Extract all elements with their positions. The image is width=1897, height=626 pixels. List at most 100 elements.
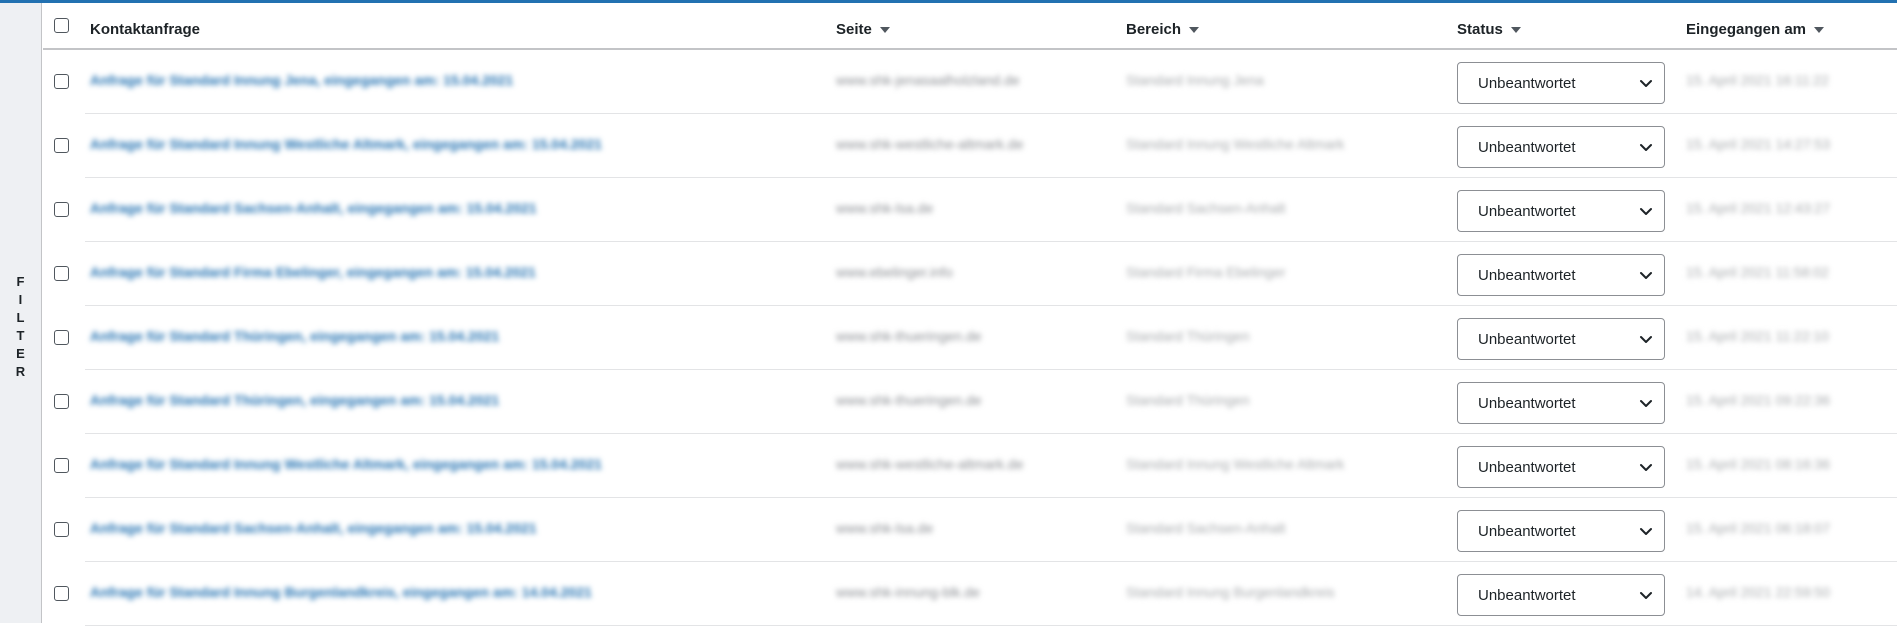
table-row: Anfrage für Standard Innung Westliche Al… (43, 434, 1897, 498)
status-select[interactable]: Unbeantwortet (1457, 446, 1665, 488)
table-row: Anfrage für Standard Firma Ebelinger, ei… (43, 242, 1897, 306)
column-header-page[interactable]: Seite (836, 21, 890, 38)
request-title-link[interactable]: Anfrage für Standard Firma Ebelinger, ei… (90, 264, 536, 280)
request-area: Standard Innung Westliche Altmark (1126, 136, 1345, 152)
chevron-down-icon (1640, 272, 1652, 279)
filter-letter: I (18, 292, 23, 307)
status-select-value: Unbeantwortet (1478, 202, 1576, 220)
status-select[interactable]: Unbeantwortet (1457, 190, 1665, 232)
request-area: Standard Thüringen (1126, 328, 1250, 344)
column-header-received-date[interactable]: Eingegangen am (1686, 21, 1825, 38)
request-area: Standard Sachsen-Anhalt (1126, 520, 1286, 536)
row-select-checkbox[interactable] (54, 458, 69, 473)
status-select-value: Unbeantwortet (1478, 522, 1576, 540)
table-row: Anfrage für Standard Innung Jena, eingeg… (43, 50, 1897, 114)
table-row: Anfrage für Standard Thüringen, eingegan… (43, 370, 1897, 434)
table-row: Anfrage für Standard Thüringen, eingegan… (43, 306, 1897, 370)
row-select-checkbox[interactable] (54, 138, 69, 153)
row-select-checkbox[interactable] (54, 522, 69, 537)
received-date: 15. April 2021 08:16:36 (1686, 456, 1831, 472)
filter-letter: F (16, 274, 25, 289)
column-header-label: Bereich (1126, 21, 1182, 38)
received-date: 15. April 2021 16:11:22 (1686, 72, 1829, 88)
request-page: www.shk-innung-blk.de (836, 584, 980, 600)
request-page: www.shk-westliche-altmark.de (836, 136, 1024, 152)
request-title-link[interactable]: Anfrage für Standard Thüringen, eingegan… (90, 328, 499, 344)
request-page: www.ebelinger.info (836, 264, 953, 280)
chevron-down-icon (1640, 144, 1652, 151)
request-area: Standard Thüringen (1126, 392, 1250, 408)
status-select-value: Unbeantwortet (1478, 394, 1576, 412)
table-row: Anfrage für Standard Sachsen-Anhalt, ein… (43, 498, 1897, 562)
request-area: Standard Innung Westliche Altmark (1126, 456, 1345, 472)
request-title-link[interactable]: Anfrage für Standard Innung Burgenlandkr… (90, 584, 592, 600)
row-select-checkbox[interactable] (54, 330, 69, 345)
status-select[interactable]: Unbeantwortet (1457, 510, 1665, 552)
caret-down-icon (879, 26, 890, 33)
received-date: 15. April 2021 11:22:10 (1686, 328, 1829, 344)
status-select[interactable]: Unbeantwortet (1457, 254, 1665, 296)
request-title-link[interactable]: Anfrage für Standard Sachsen-Anhalt, ein… (90, 520, 537, 536)
received-date: 15. April 2021 09:22:36 (1686, 392, 1831, 408)
caret-down-icon (1510, 26, 1521, 33)
request-area: Standard Sachsen-Anhalt (1126, 200, 1286, 216)
row-select-checkbox[interactable] (54, 586, 69, 601)
filter-toggle[interactable]: F I L T E R (0, 3, 42, 623)
received-date: 15. April 2021 12:43:27 (1686, 200, 1831, 216)
table-header: Kontaktanfrage Seite Bereich Status Eing… (43, 3, 1897, 50)
filter-letter: L (16, 310, 25, 325)
caret-down-icon (1189, 26, 1200, 33)
select-all-checkbox[interactable] (54, 18, 69, 33)
received-date: 15. April 2021 14:27:53 (1686, 136, 1831, 152)
request-page: www.shk-jenasaalholzland.de (836, 72, 1020, 88)
column-header-area[interactable]: Bereich (1126, 21, 1200, 38)
status-select[interactable]: Unbeantwortet (1457, 382, 1665, 424)
received-date: 14. April 2021 22:59:50 (1686, 584, 1831, 600)
row-select-checkbox[interactable] (54, 202, 69, 217)
column-header-label: Eingegangen am (1686, 21, 1807, 38)
status-select-value: Unbeantwortet (1478, 138, 1576, 156)
table-row: Anfrage für Standard Innung Westliche Al… (43, 114, 1897, 178)
filter-letter: R (15, 364, 26, 379)
row-select-checkbox[interactable] (54, 266, 69, 281)
request-page: www.shk-lsa.de (836, 520, 934, 536)
column-header-label: Status (1457, 21, 1503, 38)
status-select[interactable]: Unbeantwortet (1457, 126, 1665, 168)
row-select-checkbox[interactable] (54, 74, 69, 89)
row-select-checkbox[interactable] (54, 394, 69, 409)
request-title-link[interactable]: Anfrage für Standard Sachsen-Anhalt, ein… (90, 200, 537, 216)
chevron-down-icon (1640, 208, 1652, 215)
request-title-link[interactable]: Anfrage für Standard Innung Jena, eingeg… (90, 72, 513, 88)
status-select[interactable]: Unbeantwortet (1457, 62, 1665, 104)
status-select-value: Unbeantwortet (1478, 586, 1576, 604)
column-header-label: Seite (836, 21, 872, 38)
status-select-value: Unbeantwortet (1478, 74, 1576, 92)
request-page: www.shk-lsa.de (836, 200, 934, 216)
filter-letter: E (16, 346, 25, 361)
request-page: www.shk-thueringen.de (836, 328, 982, 344)
column-header-label: Kontaktanfrage (90, 21, 201, 38)
column-header-status[interactable]: Status (1457, 21, 1521, 38)
chevron-down-icon (1640, 80, 1652, 87)
contact-requests-table: Kontaktanfrage Seite Bereich Status Eing… (43, 3, 1897, 626)
request-title-link[interactable]: Anfrage für Standard Innung Westliche Al… (90, 136, 602, 152)
status-select[interactable]: Unbeantwortet (1457, 574, 1665, 616)
request-title-link[interactable]: Anfrage für Standard Innung Westliche Al… (90, 456, 602, 472)
request-title-link[interactable]: Anfrage für Standard Thüringen, eingegan… (90, 392, 499, 408)
table-row: Anfrage für Standard Sachsen-Anhalt, ein… (43, 178, 1897, 242)
request-page: www.shk-thueringen.de (836, 392, 982, 408)
status-select-value: Unbeantwortet (1478, 330, 1576, 348)
chevron-down-icon (1640, 400, 1652, 407)
filter-letter: T (16, 328, 25, 343)
chevron-down-icon (1640, 592, 1652, 599)
request-area: Standard Innung Burgenlandkreis (1126, 584, 1335, 600)
request-page: www.shk-westliche-altmark.de (836, 456, 1024, 472)
column-header-contact-request: Kontaktanfrage (90, 21, 200, 38)
filter-label: F I L T E R (16, 273, 25, 381)
chevron-down-icon (1640, 464, 1652, 471)
chevron-down-icon (1640, 336, 1652, 343)
received-date: 15. April 2021 11:58:02 (1686, 264, 1829, 280)
status-select[interactable]: Unbeantwortet (1457, 318, 1665, 360)
request-area: Standard Firma Ebelinger (1126, 264, 1286, 280)
status-select-value: Unbeantwortet (1478, 266, 1576, 284)
